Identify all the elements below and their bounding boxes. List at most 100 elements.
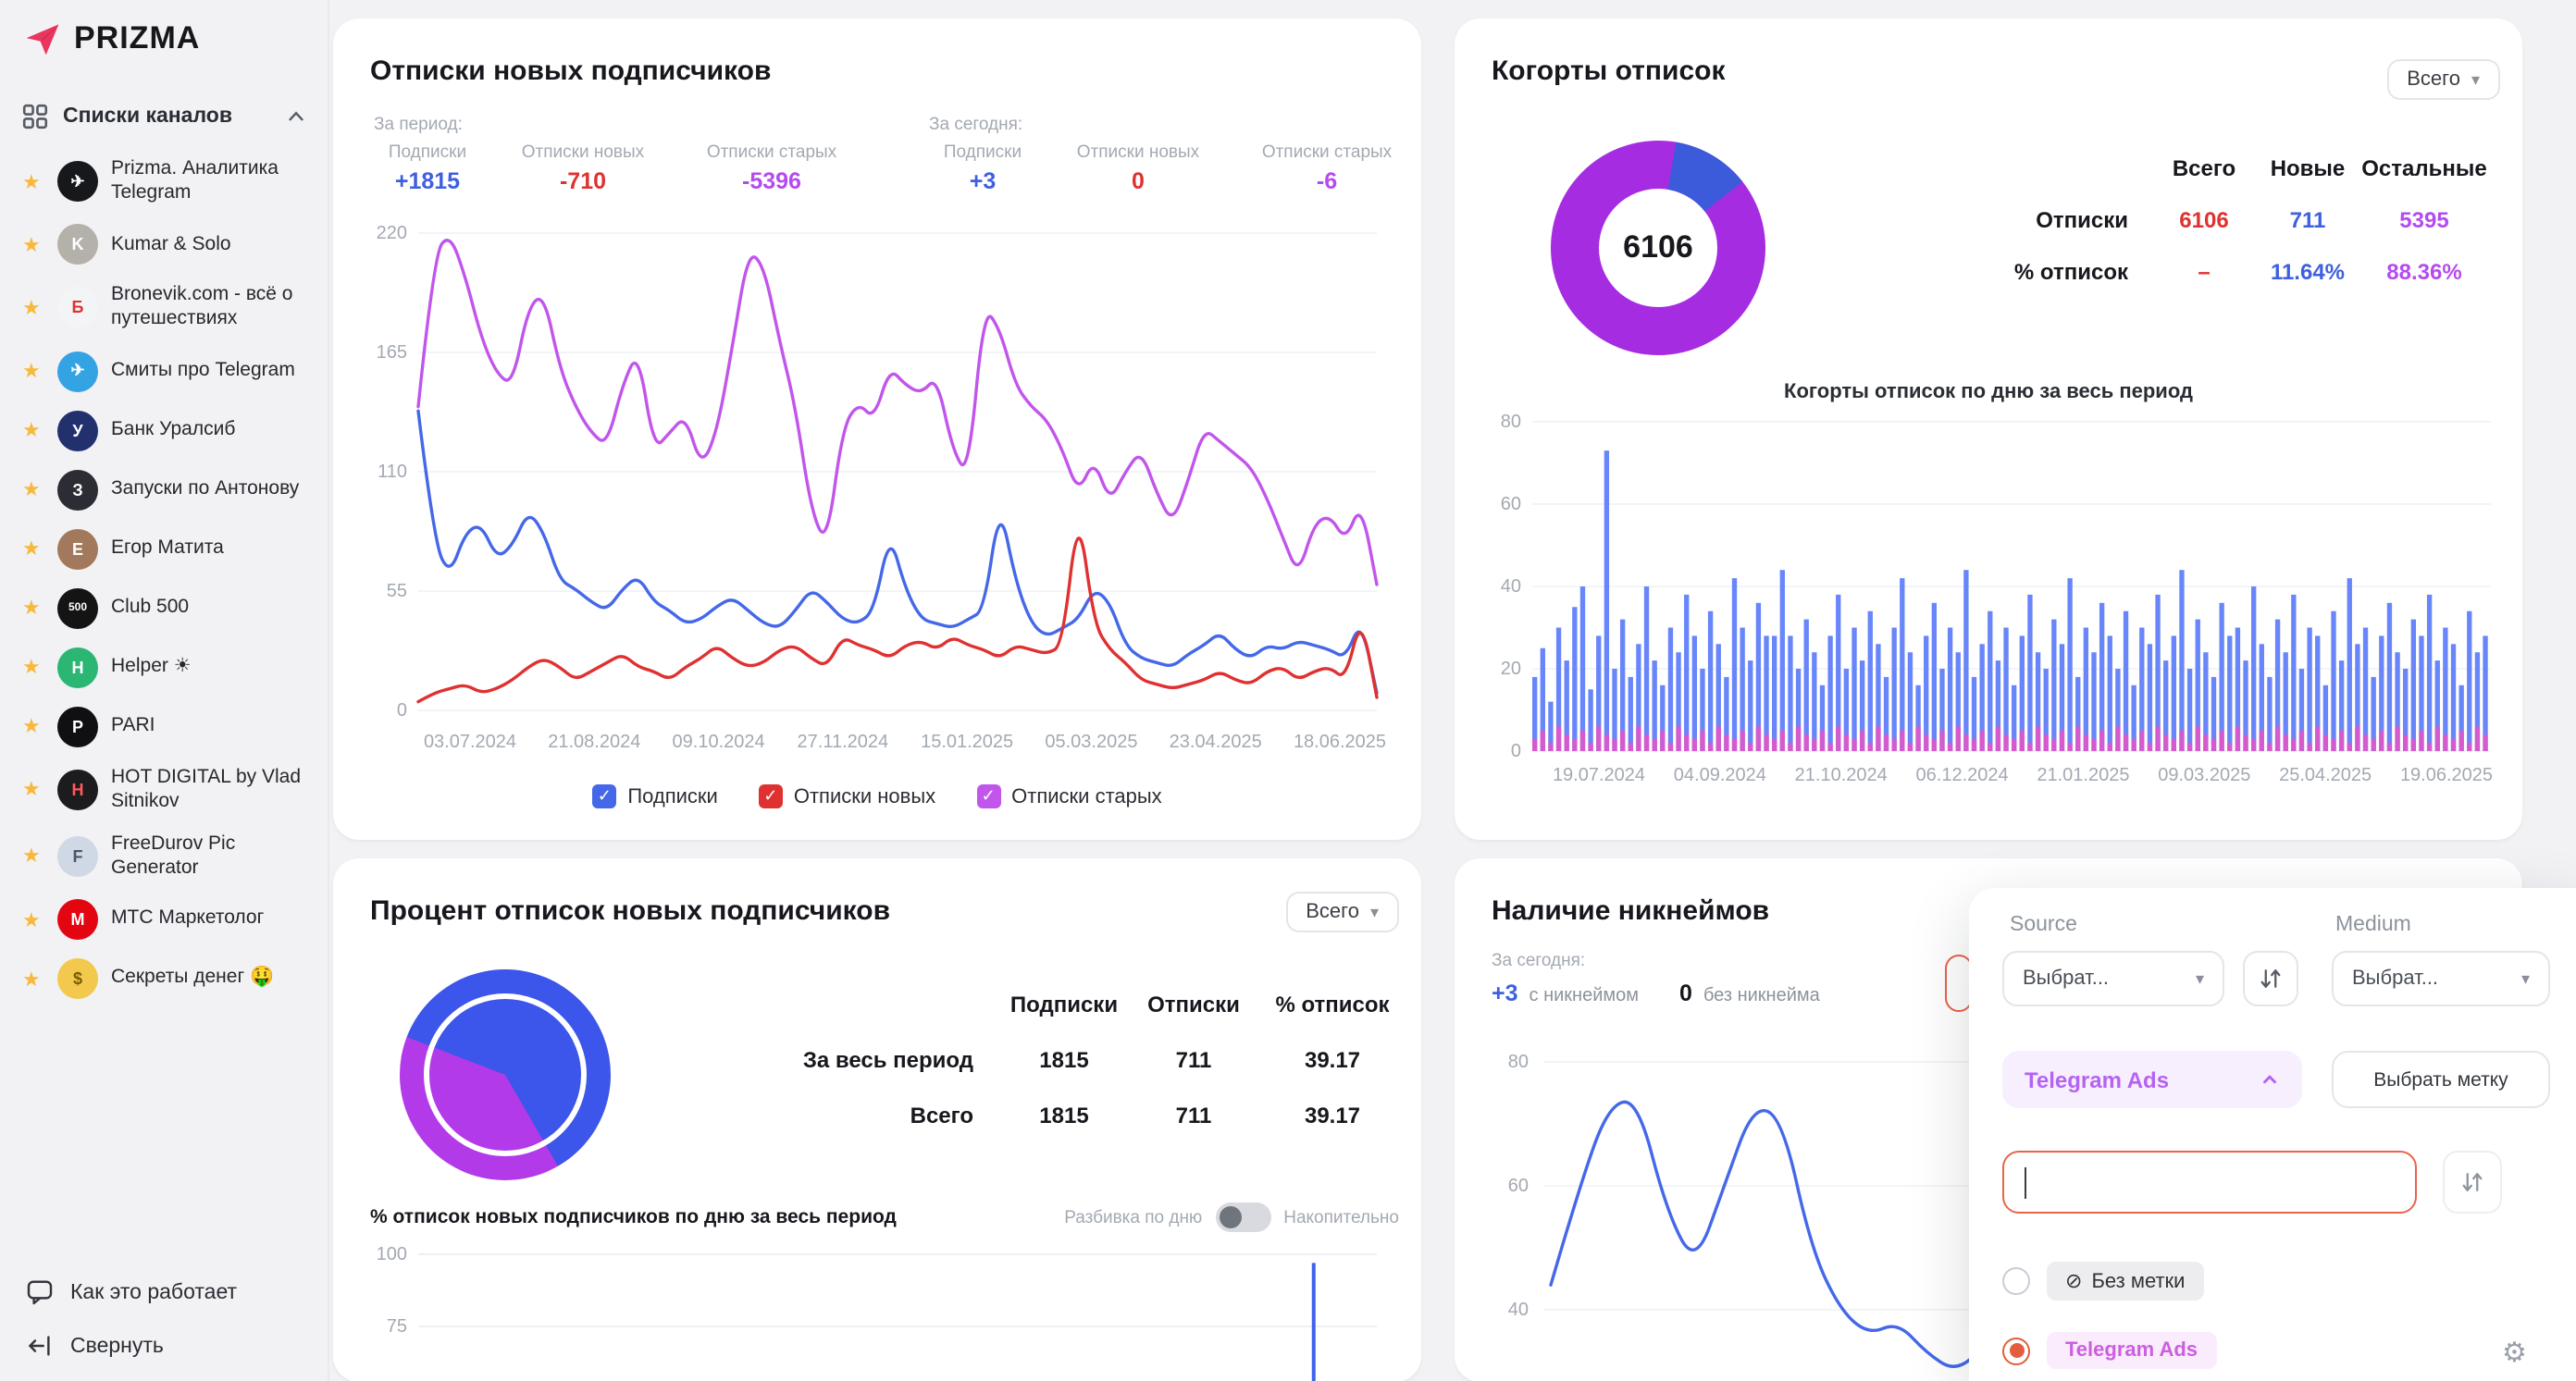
option-no-label[interactable]: ⊘ Без метки [2002, 1262, 2203, 1301]
channel-item-11[interactable]: ★FFreeDurov Pic Generator [11, 823, 326, 891]
with-nickname-value: +3 [1492, 980, 1518, 1006]
percent-filter-select[interactable]: Всего ▾ [1285, 892, 1399, 932]
channel-avatar: Б [57, 288, 98, 328]
svg-text:19.06.2025: 19.06.2025 [2400, 765, 2493, 785]
telegram-ads-tag-button[interactable]: Telegram Ads [2002, 1051, 2302, 1108]
radio-selected[interactable] [2002, 1337, 2030, 1364]
cohorts-filter-value: Всего [2407, 68, 2460, 91]
without-nickname-value: 0 [1679, 980, 1692, 1006]
cohorts-total-value: 6106 [1543, 133, 1773, 363]
how-it-works-link[interactable]: Как это работает [26, 1278, 237, 1306]
option-telegram-ads[interactable]: Telegram Ads [2002, 1332, 2216, 1369]
svg-text:04.09.2024: 04.09.2024 [1674, 765, 1766, 785]
col-subs-label: Подписки [929, 142, 1036, 163]
svg-text:15.01.2025: 15.01.2025 [921, 732, 1013, 752]
favorite-star-icon[interactable]: ★ [22, 967, 44, 991]
channels-header-label: Списки каналов [63, 105, 270, 128]
no-label-pill[interactable]: ⊘ Без метки [2047, 1262, 2203, 1301]
card-nicknames-title: Наличие никнеймов [1492, 895, 1769, 927]
col-new: Новые [2258, 155, 2358, 181]
legend-label: Отписки старых [1011, 785, 1162, 808]
favorite-star-icon[interactable]: ★ [22, 777, 44, 801]
legend-item-1[interactable]: ✓Отписки новых [759, 784, 935, 808]
svg-text:80: 80 [1508, 1052, 1529, 1072]
favorite-star-icon[interactable]: ★ [22, 418, 44, 442]
channel-avatar: З [57, 469, 98, 510]
favorite-star-icon[interactable]: ★ [22, 845, 44, 869]
channel-item-5[interactable]: ★ЗЗапуски по Антонову [11, 460, 326, 519]
favorite-star-icon[interactable]: ★ [22, 296, 44, 320]
channel-avatar: H [57, 769, 98, 809]
sort-button[interactable] [2243, 951, 2298, 1006]
legend-item-2[interactable]: ✓ Отписки старых [976, 784, 1162, 808]
svg-text:25.04.2025: 25.04.2025 [2279, 765, 2372, 785]
svg-text:21.01.2025: 21.01.2025 [2037, 765, 2129, 785]
sort-tags-button[interactable] [2443, 1151, 2502, 1214]
legend-checkbox-icon[interactable]: ✓ [759, 784, 783, 808]
telegram-ads-pill[interactable]: Telegram Ads [2047, 1332, 2216, 1369]
channel-item-9[interactable]: ★PPARI [11, 697, 326, 756]
breakdown-toggle-row: Разбивка по дню Накопительно [1064, 1202, 1399, 1232]
cohorts-filter-select[interactable]: Всего ▾ [2386, 59, 2500, 100]
favorite-star-icon[interactable]: ★ [22, 714, 44, 738]
col-new-label: Отписки новых [1059, 142, 1218, 163]
legend-checkbox-icon[interactable]: ✓ [976, 784, 1000, 808]
favorite-star-icon[interactable]: ★ [22, 477, 44, 501]
how-it-works-label: Как это работает [70, 1281, 237, 1303]
channel-item-0[interactable]: ★✈Prizma. Аналитика Telegram [11, 148, 326, 216]
favorite-star-icon[interactable]: ★ [22, 233, 44, 257]
channel-item-7[interactable]: ★500Club 500 [11, 578, 326, 637]
today-caption: За сегодня: [929, 115, 1414, 135]
unsubs-new: 711 [2258, 207, 2358, 233]
svg-text:27.11.2024: 27.11.2024 [798, 732, 889, 752]
chart-legend: ✓Подписки✓Отписки новых✓Отписки старых [333, 784, 1421, 808]
favorite-star-icon[interactable]: ★ [22, 907, 44, 931]
channel-item-4[interactable]: ★УБанк Уралсиб [11, 401, 326, 460]
chevron-up-icon[interactable] [285, 105, 307, 128]
channel-item-2[interactable]: ★БBronevik.com - всё о путешествиях [11, 275, 326, 342]
channel-name: Helper ☀ [111, 655, 303, 679]
unsubs-rest: 5395 [2358, 207, 2491, 233]
unsubscribes-line-chart[interactable]: 22016511055003.07.202421.08.202409.10.20… [355, 211, 1392, 766]
accumulate-toggle[interactable] [1215, 1202, 1270, 1232]
toggle-left-label: Разбивка по дню [1064, 1207, 1202, 1227]
choose-label-button[interactable]: Выбрать метку [2332, 1051, 2550, 1108]
svg-text:40: 40 [1508, 1300, 1529, 1320]
favorite-star-icon[interactable]: ★ [22, 655, 44, 679]
logo[interactable]: PRIZMA [22, 18, 200, 59]
today-old-value: -6 [1240, 168, 1414, 194]
channel-item-12[interactable]: ★ММТС Маркетолог [11, 890, 326, 949]
total-subs: 1815 [996, 1103, 1133, 1128]
choose-label-text: Выбрать метку [2373, 1068, 2508, 1091]
nicknames-stats: +3 с никнеймом 0 без никнейма [1492, 980, 1820, 1006]
legend-label: Подписки [627, 785, 718, 808]
svg-text:60: 60 [1501, 494, 1521, 514]
row-percent-label: % отписок [1995, 259, 2150, 285]
channel-item-1[interactable]: ★KKumar & Solo [11, 216, 326, 275]
medium-select[interactable]: Выбрат... ▾ [2332, 951, 2550, 1006]
radio-unselected[interactable] [2002, 1267, 2030, 1295]
tag-search-input[interactable] [2002, 1151, 2417, 1214]
channel-avatar: H [57, 647, 98, 687]
channel-item-3[interactable]: ★✈Смиты про Telegram [11, 341, 326, 401]
svg-text:55: 55 [387, 581, 407, 601]
source-select[interactable]: Выбрат... ▾ [2002, 951, 2224, 1006]
channels-list-header[interactable]: Списки каналов [22, 104, 307, 129]
channel-item-10[interactable]: ★HHOT DIGITAL by Vlad Sitnikov [11, 756, 326, 823]
legend-item-0[interactable]: ✓ Подписки [592, 784, 718, 808]
gear-icon[interactable]: ⚙ [2502, 1336, 2527, 1369]
percent-daily-chart[interactable]: 10075 [355, 1236, 1392, 1381]
favorite-star-icon[interactable]: ★ [22, 596, 44, 620]
collapse-sidebar-link[interactable]: Свернуть [26, 1332, 237, 1360]
without-nickname-label: без никнейма [1703, 986, 1820, 1006]
medium-select-value: Выбрат... [2352, 968, 2438, 990]
with-nickname-label: с никнеймом [1530, 986, 1640, 1006]
favorite-star-icon[interactable]: ★ [22, 536, 44, 561]
channel-item-8[interactable]: ★ H Helper ☀ [11, 637, 326, 697]
cohorts-bar-chart[interactable]: 80604020019.07.202404.09.202421.10.20240… [1477, 411, 2502, 792]
favorite-star-icon[interactable]: ★ [22, 359, 44, 383]
favorite-star-icon[interactable]: ★ [22, 169, 44, 193]
channel-item-6[interactable]: ★ЕЕгор Матита [11, 519, 326, 578]
channel-item-13[interactable]: ★$Секреты денег 🤑 [11, 949, 326, 1008]
legend-checkbox-icon[interactable]: ✓ [592, 784, 616, 808]
